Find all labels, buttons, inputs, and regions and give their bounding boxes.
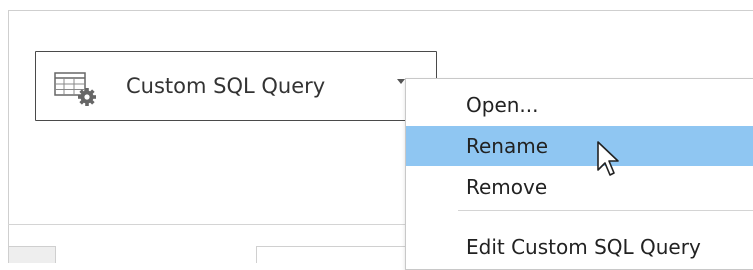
pill-label: Custom SQL Query — [126, 74, 326, 98]
menu-item-open[interactable]: Open... — [406, 85, 753, 125]
custom-sql-query-pill[interactable]: Custom SQL Query — [35, 51, 437, 121]
context-menu: Open... Rename Remove Edit Custom SQL Qu… — [405, 78, 753, 270]
chevron-down-icon[interactable] — [397, 79, 405, 84]
menu-item-edit-custom-sql-query[interactable]: Edit Custom SQL Query — [406, 227, 753, 267]
bottom-field[interactable] — [256, 246, 428, 263]
table-gear-icon — [54, 72, 96, 106]
menu-item-remove[interactable]: Remove — [406, 167, 753, 207]
menu-item-rename[interactable]: Rename — [406, 126, 753, 166]
menu-separator — [458, 210, 753, 211]
arrow-cursor-icon — [596, 140, 620, 178]
bottom-tab[interactable] — [8, 246, 56, 263]
